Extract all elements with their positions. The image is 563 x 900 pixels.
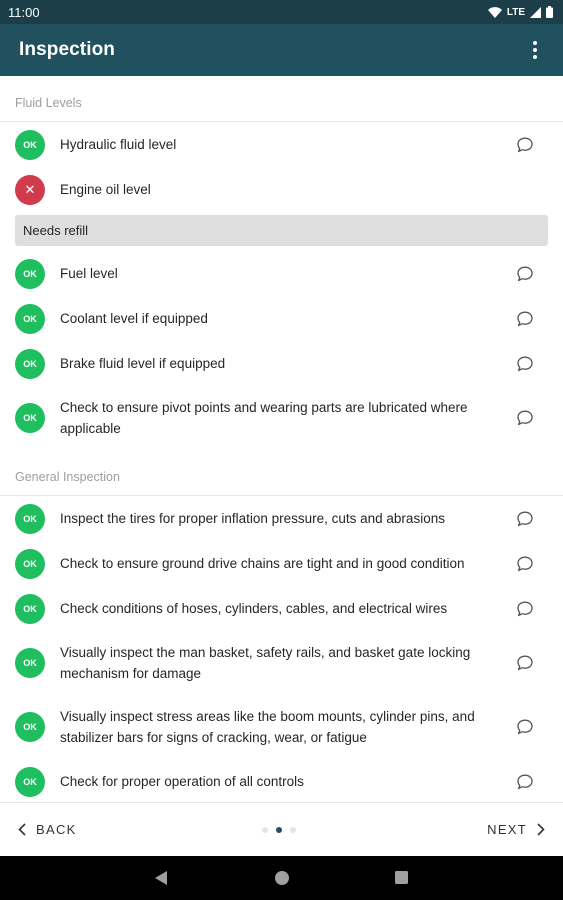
comment-icon[interactable] — [516, 409, 534, 427]
inspection-item[interactable]: OK Check to ensure ground drive chains ar… — [0, 541, 563, 586]
section-header: Fluid Levels — [0, 76, 563, 122]
page-title: Inspection — [19, 39, 116, 60]
next-button[interactable]: NEXT — [487, 822, 545, 837]
section-header: General Inspection — [0, 450, 563, 496]
item-text: Check to ensure pivot points and wearing… — [60, 400, 468, 436]
back-label: BACK — [36, 822, 77, 837]
fail-status-badge[interactable]: ✕ — [15, 174, 45, 205]
bottom-nav: BACK NEXT — [0, 802, 563, 856]
network-type: LTE — [506, 6, 525, 18]
page-dot — [276, 827, 282, 833]
item-text: Check to ensure ground drive chains are … — [60, 556, 465, 571]
page-dot — [290, 827, 296, 833]
recents-square-icon[interactable] — [394, 870, 409, 885]
ok-status-badge[interactable]: OK — [15, 303, 45, 334]
comment-icon[interactable] — [516, 555, 534, 573]
ok-status-badge[interactable]: OK — [15, 766, 45, 797]
comment-icon[interactable] — [516, 265, 534, 283]
inspection-item[interactable]: OK Fuel level — [0, 251, 563, 296]
inspection-item[interactable]: OK Hydraulic fluid level — [0, 122, 563, 167]
status-icons: LTE — [487, 6, 553, 18]
comment-icon[interactable] — [516, 510, 534, 528]
comment-icon[interactable] — [516, 600, 534, 618]
comment-icon[interactable] — [516, 136, 534, 154]
wifi-icon — [487, 6, 502, 18]
ok-status-badge[interactable]: OK — [15, 712, 45, 742]
system-nav-bar — [0, 856, 563, 900]
inspection-item[interactable]: ✕ Engine oil level — [0, 167, 563, 212]
item-text: Coolant level if equipped — [60, 311, 208, 326]
ok-status-badge[interactable]: OK — [15, 348, 45, 379]
ok-status-badge[interactable]: OK — [15, 648, 45, 678]
battery-icon — [546, 6, 553, 18]
back-triangle-icon[interactable] — [154, 870, 168, 886]
inspection-item[interactable]: OK Visually inspect the man basket, safet… — [0, 631, 563, 695]
inspection-item[interactable]: OK Visually inspect stress areas like the… — [0, 695, 563, 759]
item-text: Check conditions of hoses, cylinders, ca… — [60, 601, 448, 616]
signal-icon — [530, 6, 541, 18]
item-text: Check for proper operation of all contro… — [60, 774, 304, 789]
home-circle-icon[interactable] — [274, 870, 290, 886]
item-text: Brake fluid level if equipped — [60, 356, 226, 371]
item-text: Visually inspect stress areas like the b… — [60, 709, 475, 745]
inspection-item[interactable]: OK Check for proper operation of all cont… — [0, 759, 563, 802]
status-bar: 11:00 LTE — [0, 0, 563, 24]
page-indicator — [262, 827, 296, 833]
inspection-item[interactable]: OK Inspect the tires for proper inflation… — [0, 496, 563, 541]
ok-status-badge[interactable]: OK — [15, 403, 45, 433]
chevron-left-icon — [18, 823, 26, 836]
inspection-item[interactable]: OK Check conditions of hoses, cylinders, … — [0, 586, 563, 631]
item-text: Engine oil level — [60, 182, 151, 197]
inspection-item[interactable]: OK Coolant level if equipped — [0, 296, 563, 341]
note-field[interactable]: Needs refill — [15, 215, 548, 246]
item-text: Hydraulic fluid level — [60, 137, 177, 152]
item-text: Fuel level — [60, 266, 118, 281]
comment-icon[interactable] — [516, 355, 534, 373]
ok-status-badge[interactable]: OK — [15, 258, 45, 289]
chevron-right-icon — [537, 823, 545, 836]
more-vert-icon[interactable] — [525, 38, 545, 62]
comment-icon[interactable] — [516, 718, 534, 736]
comment-icon[interactable] — [516, 773, 534, 791]
comment-icon[interactable] — [516, 310, 534, 328]
ok-status-badge[interactable]: OK — [15, 129, 45, 160]
inspection-item[interactable]: OK Check to ensure pivot points and weari… — [0, 386, 563, 450]
inspection-item[interactable]: OK Brake fluid level if equipped — [0, 341, 563, 386]
status-time: 11:00 — [8, 4, 40, 20]
item-text: Inspect the tires for proper inflation p… — [60, 511, 445, 526]
app-bar: Inspection — [0, 24, 563, 76]
back-button[interactable]: BACK — [18, 822, 77, 837]
next-label: NEXT — [487, 822, 527, 837]
inspection-list[interactable]: Fluid Levels OK Hydraulic fluid level ✕ Engi… — [0, 76, 563, 802]
ok-status-badge[interactable]: OK — [15, 548, 45, 579]
item-text: Visually inspect the man basket, safety … — [60, 645, 471, 681]
ok-status-badge[interactable]: OK — [15, 593, 45, 624]
ok-status-badge[interactable]: OK — [15, 503, 45, 534]
comment-icon[interactable] — [516, 654, 534, 672]
page-dot — [262, 827, 268, 833]
